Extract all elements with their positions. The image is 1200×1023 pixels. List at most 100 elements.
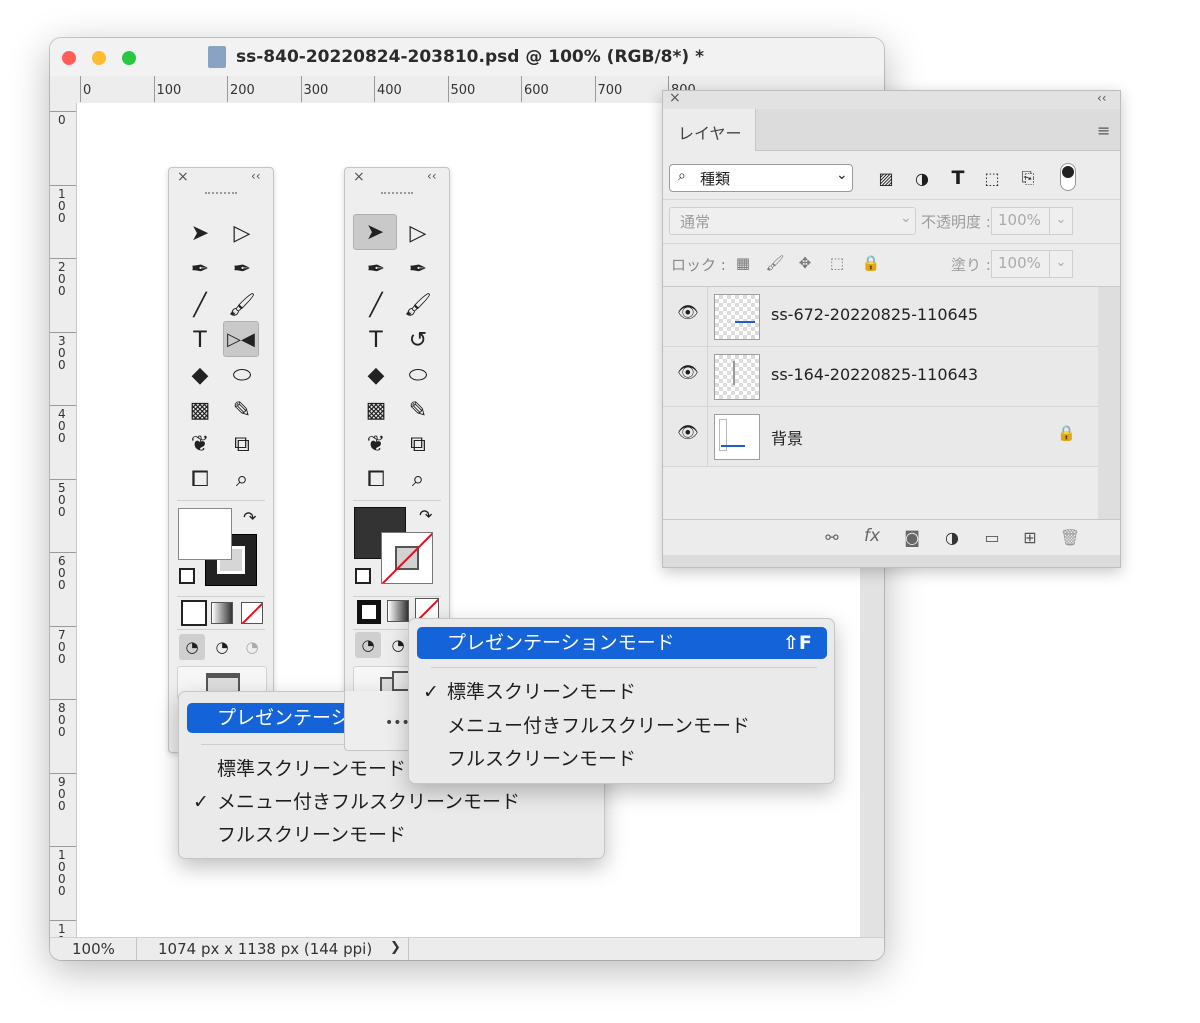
eraser-tool-icon[interactable]: ◆ [183, 358, 217, 392]
menu-item-fullscreen-with-menu[interactable]: メニュー付きフルスクリーンモード [447, 711, 750, 741]
pen-tool-icon[interactable]: ✒ [359, 252, 393, 286]
blend-tool-icon[interactable]: ⧉ [401, 427, 435, 461]
reflect-tool-icon[interactable]: ▷◀ [223, 321, 259, 357]
layer-row[interactable]: 👁 背景 🔒 [663, 407, 1098, 467]
collapse-panel-icon[interactable]: ‹‹ [427, 169, 437, 183]
lock-move-icon[interactable]: ✥ [795, 253, 815, 273]
collapse-panel-icon[interactable]: ‹‹ [251, 169, 261, 183]
opacity-field[interactable]: 100% [991, 207, 1051, 235]
gradient-tool-icon[interactable]: ▩ [359, 393, 393, 427]
opacity-chevron-icon[interactable]: ⌄ [1049, 207, 1073, 235]
filter-toggle[interactable] [1060, 163, 1076, 191]
filter-smart-object-icon[interactable]: ⎘ [1017, 167, 1039, 189]
default-colors-icon[interactable] [355, 568, 371, 584]
default-colors-icon[interactable] [179, 568, 195, 584]
more-tools-icon[interactable]: ••• [385, 715, 410, 731]
brush-tool-icon[interactable]: 🖌 [225, 288, 259, 322]
stroke-swatch[interactable] [381, 532, 433, 584]
eyedropper-tool-icon[interactable]: ✎ [401, 393, 435, 427]
shape-builder-tool-icon[interactable]: ⬭ [401, 358, 435, 392]
menu-item-presentation-mode[interactable]: プレゼンテーションモード [447, 628, 675, 658]
draw-normal-icon[interactable]: ◔ [179, 634, 205, 660]
menu-item-standard-screen-mode[interactable]: 標準スクリーンモード [447, 677, 636, 707]
fill-field[interactable]: 100% [991, 250, 1051, 278]
direct-selection-tool-icon[interactable]: ▷ [225, 216, 259, 250]
fx-icon[interactable]: fx [861, 525, 883, 547]
direct-selection-tool-icon[interactable]: ▷ [401, 216, 435, 250]
curvature-pen-tool-icon[interactable]: ✒ [225, 252, 259, 286]
type-tool-icon[interactable]: T [359, 323, 393, 357]
tab-layers[interactable]: レイヤー [663, 109, 756, 151]
eraser-tool-icon[interactable]: ◆ [359, 358, 393, 392]
filter-adjustment-icon[interactable]: ◑ [911, 167, 933, 189]
artboard-tool-icon[interactable]: ⧠ [183, 462, 217, 496]
puppet-warp-tool-icon[interactable]: ❦ [359, 427, 393, 461]
layer-row[interactable]: 👁 ss-672-20220825-110645 [663, 287, 1098, 347]
close-window-button[interactable] [62, 51, 76, 65]
fill-swatch[interactable] [178, 508, 232, 560]
gradient-tool-icon[interactable]: ▩ [183, 393, 217, 427]
minimize-window-button[interactable] [92, 51, 106, 65]
swap-colors-icon[interactable]: ↷ [419, 506, 432, 525]
zoom-window-button[interactable] [122, 51, 136, 65]
fill-chevron-icon[interactable]: ⌄ [1049, 250, 1073, 278]
filter-pixel-icon[interactable]: ▨ [875, 167, 897, 189]
layers-scrollbar[interactable] [1098, 287, 1120, 519]
swap-colors-icon[interactable]: ↷ [243, 508, 256, 527]
gradient-mode-icon[interactable] [211, 602, 233, 624]
ruler-vertical[interactable]: 0100200300400500600700800900100011 [50, 103, 77, 948]
blend-mode-select[interactable]: 通常 ⌄ [669, 207, 916, 235]
brush-tool-icon[interactable]: 🖌 [401, 288, 435, 322]
curvature-pen-tool-icon[interactable]: ✒ [401, 252, 435, 286]
zoom-tool-icon[interactable]: ⌕ [225, 462, 259, 496]
pen-tool-icon[interactable]: ✒ [183, 252, 217, 286]
none-mode-icon[interactable] [241, 602, 263, 624]
artboard-tool-icon[interactable]: ⧠ [359, 462, 393, 496]
status-menu-arrow[interactable]: ❯ [390, 940, 401, 955]
puppet-warp-tool-icon[interactable]: ❦ [183, 427, 217, 461]
color-mode-icon[interactable] [181, 600, 207, 626]
new-layer-icon[interactable]: ⊞ [1019, 526, 1041, 548]
trash-icon[interactable]: 🗑 [1059, 526, 1081, 548]
close-panel-icon[interactable]: × [177, 169, 189, 185]
draw-normal-icon[interactable]: ◔ [355, 632, 381, 658]
collapse-panel-icon[interactable]: ‹‹ [1097, 91, 1107, 105]
filter-type-icon[interactable]: T [947, 167, 969, 189]
line-tool-icon[interactable]: ╱ [183, 288, 217, 322]
lock-all-icon[interactable]: 🔒 [861, 253, 881, 273]
layer-row[interactable]: 👁 ss-164-20220825-110643 [663, 347, 1098, 407]
eye-visibility-icon[interactable]: 👁 [677, 363, 699, 383]
color-mode-icon[interactable] [357, 600, 381, 624]
draw-inside-icon[interactable]: ◔ [239, 634, 265, 660]
layer-filter-select[interactable]: ⌕ 種類 ⌄ [669, 164, 853, 192]
lock-paint-icon[interactable]: 🖌 [765, 253, 785, 273]
drag-grip[interactable] [205, 192, 237, 199]
type-tool-icon[interactable]: T [183, 323, 217, 357]
menu-item-fullscreen-with-menu[interactable]: メニュー付きフルスクリーンモード [217, 787, 520, 817]
folder-icon[interactable]: ▭ [981, 526, 1003, 548]
mask-icon[interactable]: ◙ [901, 526, 923, 548]
drag-grip[interactable] [381, 192, 413, 199]
adjustment-icon[interactable]: ◑ [941, 526, 963, 548]
link-icon[interactable]: ⚯ [821, 526, 843, 548]
close-panel-icon[interactable]: × [353, 169, 365, 185]
lock-transparent-icon[interactable]: ▦ [733, 253, 753, 273]
eye-visibility-icon[interactable]: 👁 [677, 423, 699, 443]
filter-shape-icon[interactable]: ⬚ [981, 167, 1003, 189]
lock-artboard-icon[interactable]: ⬚ [827, 253, 847, 273]
close-panel-icon[interactable]: × [669, 90, 681, 106]
draw-behind-icon[interactable]: ◔ [209, 634, 235, 660]
zoom-tool-icon[interactable]: ⌕ [401, 462, 435, 496]
line-tool-icon[interactable]: ╱ [359, 288, 393, 322]
zoom-level[interactable]: 100% [72, 940, 115, 958]
panel-menu-icon[interactable]: ≡ [1097, 121, 1110, 140]
menu-item-fullscreen-mode[interactable]: フルスクリーンモード [447, 744, 636, 774]
shape-builder-tool-icon[interactable]: ⬭ [225, 358, 259, 392]
selection-tool-icon[interactable]: ➤ [353, 214, 397, 250]
eyedropper-tool-icon[interactable]: ✎ [225, 393, 259, 427]
menu-item-standard-screen-mode[interactable]: 標準スクリーンモード [217, 754, 406, 784]
gradient-mode-icon[interactable] [387, 600, 409, 622]
blend-tool-icon[interactable]: ⧉ [225, 427, 259, 461]
eye-visibility-icon[interactable]: 👁 [677, 303, 699, 323]
selection-tool-icon[interactable]: ➤ [183, 216, 217, 250]
